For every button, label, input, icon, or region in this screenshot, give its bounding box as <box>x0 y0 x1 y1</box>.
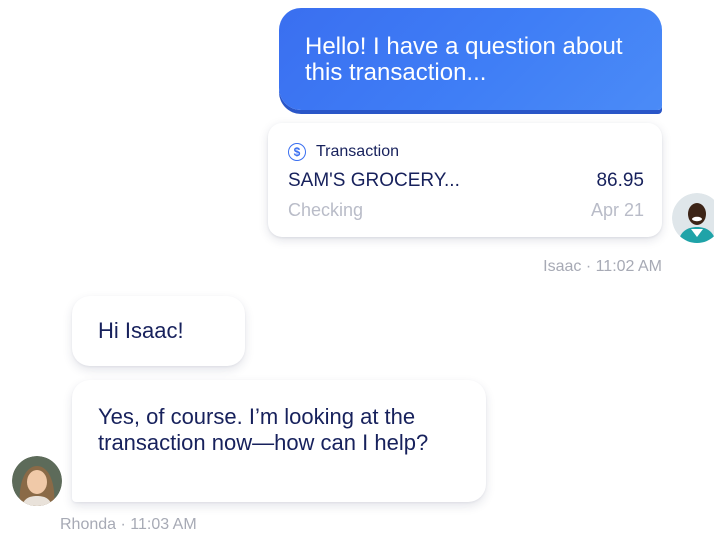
incoming-message-text: Yes, of course. I’m looking at the trans… <box>98 404 429 455</box>
chat-thread: Hello! I have a question about this tran… <box>0 0 714 538</box>
transaction-secondary-row: Checking Apr 21 <box>288 200 644 221</box>
outgoing-message-bubble: Hello! I have a question about this tran… <box>279 8 662 110</box>
transaction-account: Checking <box>288 200 364 220</box>
outgoing-message-meta: Isaac · 11:02 AM <box>543 258 662 275</box>
incoming-message-meta: Rhonda · 11:03 AM <box>60 516 197 533</box>
transaction-header: $ Transaction <box>288 141 644 163</box>
dollar-circle-icon: $ <box>288 143 306 161</box>
incoming-message-text: Hi Isaac! <box>98 318 184 343</box>
avatar-isaac <box>672 193 714 243</box>
transaction-date: Apr 21 <box>590 200 644 220</box>
incoming-message-bubble: Hi Isaac! <box>72 296 245 366</box>
transaction-header-label: Transaction <box>316 143 399 160</box>
incoming-message-bubble: Yes, of course. I’m looking at the trans… <box>72 380 486 502</box>
avatar-rhonda <box>12 456 62 506</box>
transaction-primary-row: SAM'S GROCERY... 86.95 <box>288 170 644 192</box>
transaction-merchant: SAM'S GROCERY... <box>288 170 460 191</box>
outgoing-message-text: Hello! I have a question about this tran… <box>305 33 623 86</box>
transaction-card[interactable]: $ Transaction SAM'S GROCERY... 86.95 Che… <box>268 123 662 237</box>
transaction-amount: 86.95 <box>596 170 644 191</box>
